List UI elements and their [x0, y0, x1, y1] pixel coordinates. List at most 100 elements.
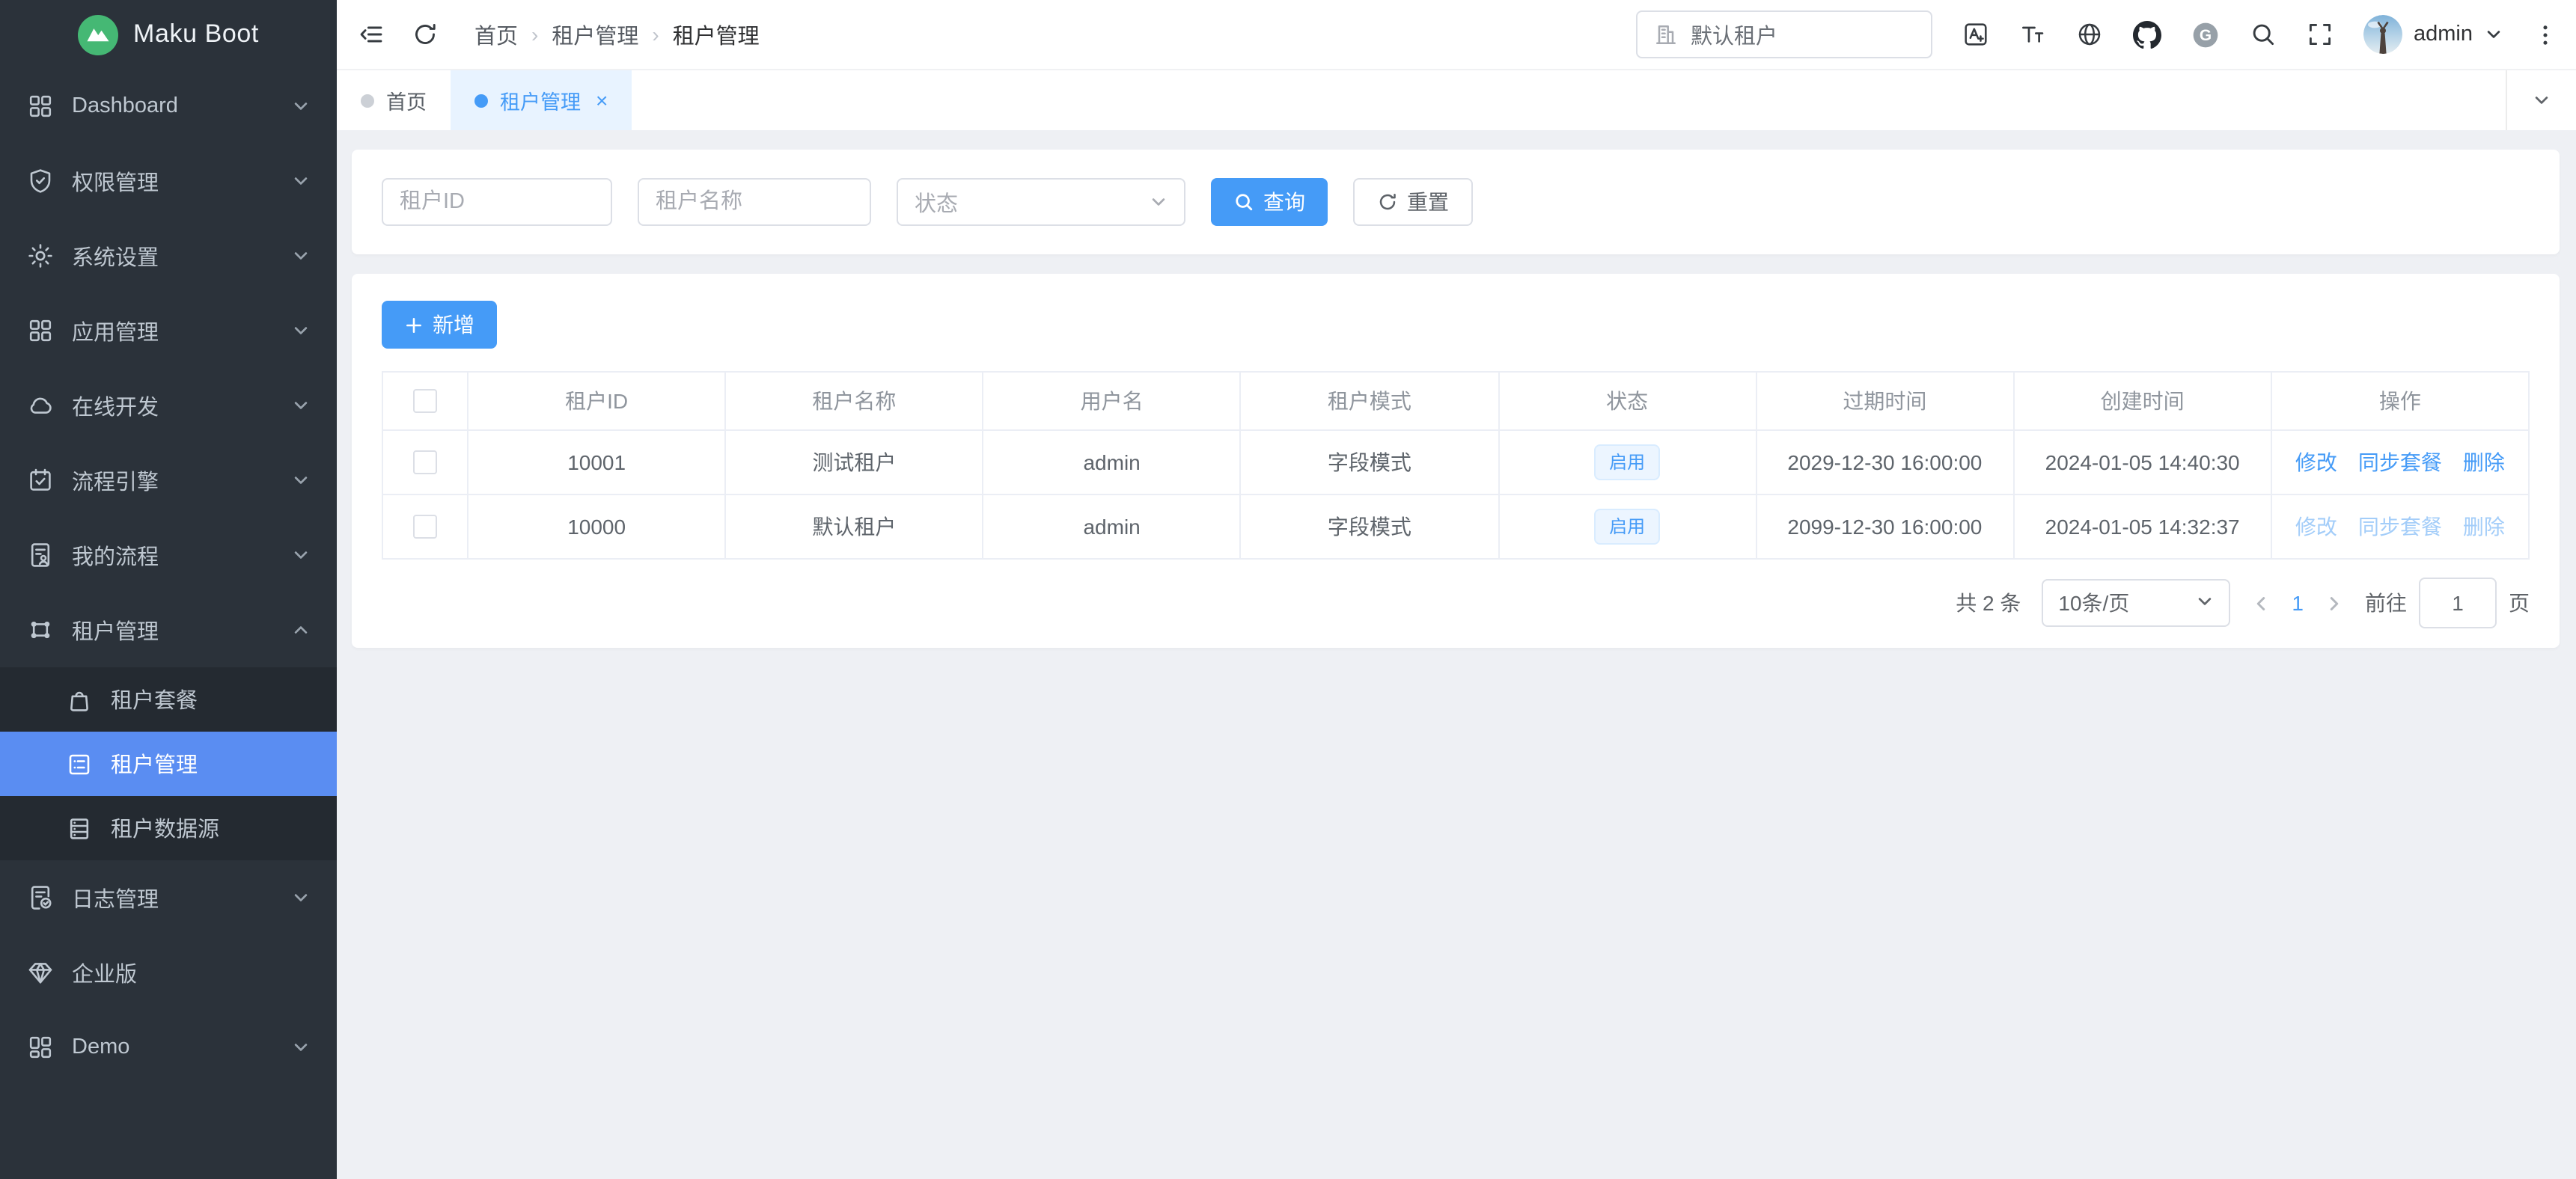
tab-close-icon[interactable]: ×: [596, 90, 608, 111]
chevron-down-icon: [2485, 25, 2503, 43]
cell-mode: 字段模式: [1241, 494, 1498, 559]
table-header-row: 租户ID租户名称用户名租户模式状态过期时间创建时间操作: [382, 372, 2529, 430]
avatar[interactable]: [2363, 15, 2402, 54]
page-size-select[interactable]: 10条/页: [2042, 579, 2230, 627]
tab-首页[interactable]: 首页: [337, 70, 451, 130]
tabbar-chevron-down-icon[interactable]: [2506, 70, 2576, 130]
sidebar-item-Dashboard[interactable]: Dashboard: [0, 69, 337, 144]
calendar-check-icon: [27, 467, 54, 494]
reset-button[interactable]: 重置: [1353, 178, 1473, 226]
tenant-name-input[interactable]: [638, 178, 871, 226]
sidebar-item-在线开发[interactable]: 在线开发: [0, 368, 337, 443]
refresh-icon[interactable]: [412, 21, 439, 48]
add-button[interactable]: 新增: [382, 301, 497, 349]
row-checkbox[interactable]: [413, 515, 437, 539]
column-header: 创建时间: [2014, 372, 2271, 430]
server-icon: [66, 815, 93, 842]
topbar-right: 默认租户 G admin: [1635, 10, 2558, 58]
column-header: 过期时间: [1756, 372, 2013, 430]
sidebar-item-label: 系统设置: [72, 240, 159, 272]
menu-fold-icon[interactable]: [358, 21, 385, 48]
status-select[interactable]: 状态: [897, 178, 1185, 226]
sidebar-item-应用管理[interactable]: 应用管理: [0, 293, 337, 368]
action-edit[interactable]: 修改: [2295, 450, 2337, 474]
sidebar-item-Demo[interactable]: Demo: [0, 1010, 337, 1085]
goto-page-input[interactable]: [2419, 578, 2497, 628]
app-root: Maku Boot Dashboard权限管理系统设置应用管理在线开发流程引擎我…: [0, 0, 2576, 1179]
sidebar-item-租户管理[interactable]: 租户管理: [0, 732, 337, 796]
cell-actions: 修改同步套餐删除: [2271, 430, 2529, 494]
topbar-left: 首页›租户管理›租户管理: [358, 19, 760, 50]
sidebar-item-label: 租户套餐: [111, 684, 198, 715]
tab-dot: [474, 94, 488, 107]
sidebar-item-系统设置[interactable]: 系统设置: [0, 218, 337, 293]
grid-icon: [27, 317, 54, 344]
tab-label: 首页: [386, 85, 427, 115]
action-sync-package[interactable]: 同步套餐: [2358, 450, 2442, 474]
translate-icon[interactable]: [1962, 21, 1989, 48]
page-number-1[interactable]: 1: [2292, 591, 2304, 615]
sidebar-item-租户数据源[interactable]: 租户数据源: [0, 796, 337, 860]
action-edit[interactable]: 修改: [2295, 515, 2337, 539]
gitee-icon[interactable]: G: [2191, 20, 2219, 49]
topbar: 首页›租户管理›租户管理 默认租户 G admin: [337, 0, 2576, 69]
sidebar-item-企业版[interactable]: 企业版: [0, 935, 337, 1010]
content: 状态 查询 重置 新增: [337, 130, 2576, 1179]
grid-icon: [27, 93, 54, 120]
page-size-value: 10条/页: [2058, 588, 2129, 618]
tenant-select[interactable]: 默认租户: [1635, 10, 1932, 58]
cell-tenant-id: 10001: [468, 430, 725, 494]
sidebar-item-租户套餐[interactable]: 租户套餐: [0, 667, 337, 732]
cloud-icon: [27, 392, 54, 419]
action-delete[interactable]: 删除: [2463, 515, 2505, 539]
breadcrumb-item[interactable]: 租户管理: [552, 19, 638, 50]
list-icon: [66, 750, 93, 777]
user-menu[interactable]: admin: [2363, 15, 2503, 54]
cell-status: 启用: [1498, 494, 1756, 559]
tenant-select-value: 默认租户: [1691, 19, 1777, 50]
total-count: 共 2 条: [1956, 588, 2021, 618]
table-body: 10001测试租户admin字段模式启用2029-12-30 16:00:002…: [382, 430, 2529, 559]
prev-page-icon[interactable]: [2251, 593, 2271, 613]
action-sync-package[interactable]: 同步套餐: [2358, 515, 2442, 539]
action-delete[interactable]: 删除: [2463, 450, 2505, 474]
chevron-down-icon: [292, 322, 310, 340]
bag-icon: [66, 686, 93, 713]
sidebar-item-label: 我的流程: [72, 539, 159, 571]
next-page-icon[interactable]: [2325, 593, 2344, 613]
sidebar-item-流程引擎[interactable]: 流程引擎: [0, 443, 337, 518]
goto-label: 前往: [2365, 588, 2407, 618]
sidebar-item-权限管理[interactable]: 权限管理: [0, 144, 337, 218]
chevron-down-icon: [1150, 193, 1168, 211]
tab-租户管理[interactable]: 租户管理 ×: [451, 70, 632, 130]
sidebar-item-日志管理[interactable]: 日志管理: [0, 860, 337, 935]
sidebar-item-label: Demo: [72, 1035, 129, 1059]
search-button[interactable]: 查询: [1211, 178, 1328, 226]
tenant-id-input[interactable]: [382, 178, 612, 226]
cell-status: 启用: [1498, 430, 1756, 494]
sidebar-item-label: 租户数据源: [111, 812, 219, 844]
kebab-menu-icon[interactable]: [2533, 22, 2558, 47]
sidebar-item-label: 流程引擎: [72, 465, 159, 496]
search-icon[interactable]: [2249, 21, 2276, 48]
select-all-checkbox[interactable]: [413, 389, 437, 413]
fullscreen-icon[interactable]: [2306, 21, 2333, 48]
tabs: 首页 租户管理 ×: [337, 70, 632, 130]
username: admin: [2414, 22, 2473, 46]
sidebar-item-我的流程[interactable]: 我的流程: [0, 518, 337, 592]
main-column: 首页›租户管理›租户管理 默认租户 G admin: [337, 0, 2576, 1179]
sidebar-item-租户管理[interactable]: 租户管理: [0, 592, 337, 667]
tab-label: 租户管理: [500, 85, 581, 115]
cell-tenant-name: 测试租户: [725, 430, 983, 494]
search-icon: [1233, 192, 1254, 212]
sidebar-item-label: 日志管理: [72, 882, 159, 913]
table-row: 10001测试租户admin字段模式启用2029-12-30 16:00:002…: [382, 430, 2529, 494]
pager: 1: [2251, 591, 2344, 615]
font-size-icon[interactable]: [2018, 21, 2045, 48]
github-icon[interactable]: [2132, 20, 2161, 49]
sidebar-item-label: 租户管理: [72, 614, 159, 646]
globe-icon[interactable]: [2075, 21, 2102, 48]
logo-mountain-icon: [78, 14, 118, 55]
breadcrumb-item[interactable]: 首页: [474, 19, 518, 50]
row-checkbox[interactable]: [413, 450, 437, 474]
